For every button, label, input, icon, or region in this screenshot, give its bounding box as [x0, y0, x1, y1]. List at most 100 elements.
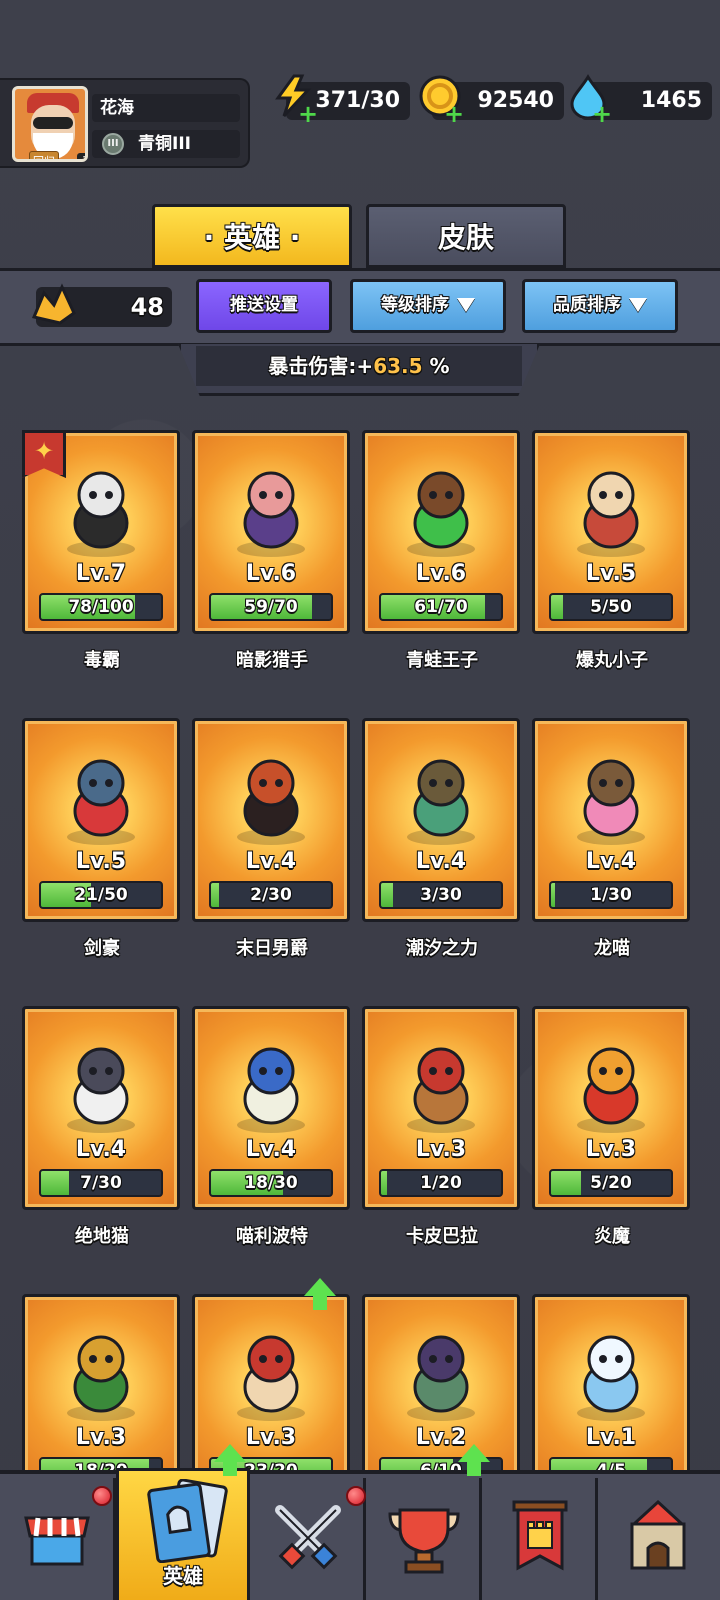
hero-card[interactable]: Lv.4 3/30 [362, 718, 520, 922]
upgrade-arrow-stem [223, 1462, 237, 1476]
hero-progress-text: 3/30 [420, 885, 462, 905]
hero-level: Lv.4 [585, 849, 637, 874]
hero-progress-bar: 4/5 [549, 1457, 673, 1470]
add-gold-icon[interactable]: + [444, 102, 464, 126]
hero-progress-text: 5/50 [590, 597, 632, 617]
hero-name: 龙喵 [594, 938, 630, 959]
nav-heroes[interactable]: 英雄 [116, 1468, 250, 1600]
castle-icon [630, 1499, 686, 1570]
nav-trophy[interactable] [366, 1478, 482, 1600]
rank-shield-icon: III [102, 133, 124, 155]
sort-by-level-button[interactable]: 等级排序 [350, 279, 506, 333]
rank-label: 青铜III [138, 134, 191, 154]
crit-damage-banner: 暴击伤害:+63.5 % [196, 346, 522, 386]
sort-by-quality-button[interactable]: 品质排序 [522, 279, 678, 333]
trophy-icon [388, 1508, 460, 1574]
hero-card[interactable]: Lv.1 4/5 [532, 1294, 690, 1470]
hero-card[interactable]: Lv.318/20 [22, 1294, 180, 1470]
hero-upgrade-arrow-stem [313, 1296, 327, 1310]
trophy-upgrade-arrow-stem [467, 1462, 481, 1476]
tab-skins[interactable]: 皮肤 [366, 204, 566, 268]
nav-castle[interactable] [598, 1478, 720, 1600]
shop-stall-icon [24, 1516, 90, 1566]
shop-notification-dot [92, 1486, 112, 1506]
hero-upgrade-arrow-icon [304, 1278, 336, 1296]
hero-level: Lv.1 [585, 1425, 637, 1450]
push-settings-button[interactable]: 推送设置 [196, 279, 332, 333]
gem-value: 1465 [640, 88, 702, 113]
tab-heroes[interactable]: · 英雄 · [152, 204, 352, 268]
hero-progress-text: 1/20 [420, 1173, 462, 1193]
trophy-upgrade-arrow-icon [458, 1444, 490, 1462]
hero-progress-text: 7/30 [80, 1173, 122, 1193]
shard-value: 48 [130, 293, 164, 321]
hero-progress-bar: 2/30 [209, 881, 333, 909]
hero-name: 炎魔 [594, 1226, 630, 1247]
avatar[interactable]: 回归 10 [12, 86, 88, 162]
hero-level: Lv.4 [75, 1137, 127, 1162]
hero-card[interactable]: Lv.6 61/70 [362, 430, 520, 634]
hero-level: Lv.3 [585, 1137, 637, 1162]
hero-card[interactable]: ✦ Lv.7 78/100 [22, 430, 180, 634]
hero-progress-text: 18/30 [244, 1173, 298, 1193]
hero-level: Lv.4 [245, 849, 297, 874]
player-rank: III 青铜III [92, 130, 240, 158]
nav-guild[interactable] [482, 1478, 598, 1600]
hero-card[interactable]: Lv.4 7/30 [22, 1006, 180, 1210]
add-gems-icon[interactable]: + [592, 102, 612, 126]
hero-portrait-icon [67, 1335, 135, 1421]
nav-heroes-label: 英雄 [163, 1564, 203, 1588]
hero-portrait-icon [577, 1335, 645, 1421]
hero-progress-text: 21/50 [74, 885, 128, 905]
chevron-down-icon [629, 298, 647, 312]
hero-progress-bar: 59/70 [209, 593, 333, 621]
hero-portrait-icon [407, 1335, 475, 1421]
hero-progress-text: 5/20 [590, 1173, 632, 1193]
hero-progress-text: 1/30 [590, 885, 632, 905]
energy-counter[interactable]: + 371/30 [275, 74, 410, 126]
gold-counter[interactable]: + 92540 [419, 75, 564, 126]
hero-progress-bar: 1/20 [379, 1169, 503, 1197]
hero-progress-text: 2/30 [250, 885, 292, 905]
hero-card[interactable]: Lv.26/10 [362, 1294, 520, 1470]
player-level: 10 [77, 153, 85, 159]
player-name: 花海 [92, 94, 240, 122]
crit-label: 暴击伤害:+ [268, 354, 374, 378]
hero-card[interactable]: Lv.4 18/30 [192, 1006, 350, 1210]
gold-value: 92540 [477, 88, 554, 113]
hero-card[interactable]: Lv.4 2/30 [192, 718, 350, 922]
hero-portrait-icon [577, 759, 645, 845]
return-tag: 回归 [29, 151, 59, 159]
hero-card[interactable]: Lv.5 21/50 [22, 718, 180, 922]
sort-quality-label: 品质排序 [553, 295, 621, 315]
hero-name: 暗影猎手 [236, 650, 308, 671]
player-profile[interactable]: 回归 10 花海 III 青铜III [0, 78, 250, 168]
hero-progress-text: 78/100 [68, 597, 134, 617]
hero-portrait-icon [577, 1047, 645, 1133]
hero-level: Lv.5 [585, 561, 637, 586]
gem-counter[interactable]: + 1465 [570, 74, 712, 126]
hero-card[interactable]: Lv.4 1/30 [532, 718, 690, 922]
castle-banner-icon [512, 1500, 568, 1571]
hero-progress-bar: 7/30 [39, 1169, 163, 1197]
hero-cards-icon [147, 1479, 228, 1563]
hero-portrait-icon [237, 1047, 305, 1133]
add-energy-icon[interactable]: + [298, 102, 318, 126]
sort-level-label: 等级排序 [381, 295, 449, 315]
hero-card[interactable]: Lv.6 59/70 [192, 430, 350, 634]
hero-level: Lv.7 [75, 561, 127, 586]
hero-progress-bar: 61/70 [379, 593, 503, 621]
hero-progress-bar: 5/50 [549, 593, 673, 621]
hero-portrait-icon [407, 759, 475, 845]
hero-card[interactable]: Lv.3 5/20 [532, 1006, 690, 1210]
hero-name: 绝地猫 [75, 1226, 129, 1247]
crystal-shard-icon [31, 283, 76, 325]
hero-level: Lv.3 [75, 1425, 127, 1450]
hero-portrait-icon [67, 1047, 135, 1133]
hero-portrait-icon [237, 471, 305, 557]
hero-level: Lv.3 [415, 1137, 467, 1162]
hero-portrait-icon [237, 759, 305, 845]
hero-card[interactable]: Lv.3 1/20 [362, 1006, 520, 1210]
hero-card[interactable]: Lv.5 5/50 [532, 430, 690, 634]
upgrade-arrow-icon [214, 1444, 246, 1462]
